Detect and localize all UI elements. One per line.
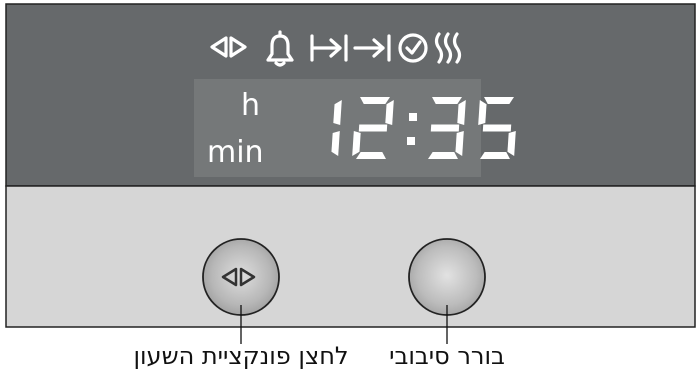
rotary-selector-caption: בורר סיבובי <box>389 342 505 370</box>
segment-d <box>428 152 458 159</box>
segment-a <box>432 97 462 104</box>
segment-g <box>482 124 512 132</box>
colon-dot <box>407 137 415 145</box>
segment-d <box>480 152 510 159</box>
unit-minutes-label: min <box>207 135 264 170</box>
segment-a <box>484 97 514 104</box>
control-panel <box>5 185 696 328</box>
colon-dot <box>409 113 417 121</box>
unit-hours-label: h <box>241 88 260 123</box>
segment-d <box>356 152 386 159</box>
segment-a <box>360 97 390 104</box>
segment-g <box>430 124 460 132</box>
function-button-caption: לחצן פונקציית השעון <box>133 342 348 370</box>
segment-g <box>358 124 388 132</box>
clock-function-button[interactable] <box>202 238 280 316</box>
oven-control-panel-diagram: h min לחצן פונקציית השעון בורר סיבובי <box>5 3 696 370</box>
rotary-selector-knob[interactable] <box>408 238 486 316</box>
